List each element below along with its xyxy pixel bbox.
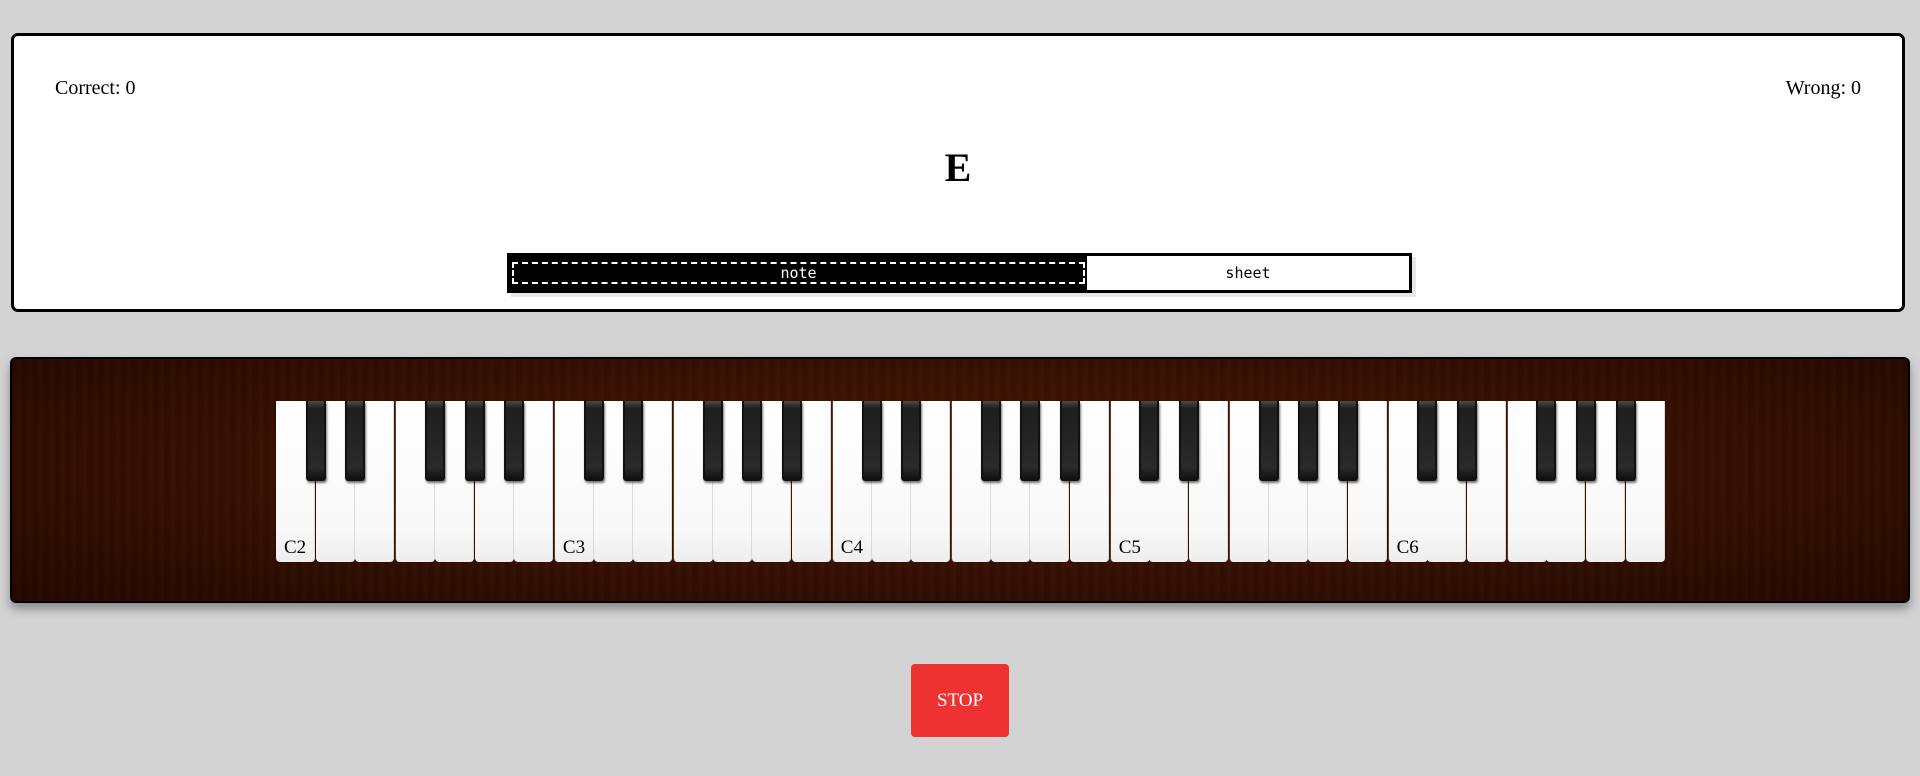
- black-key-a-sharp3[interactable]: [782, 401, 803, 481]
- black-key-a-sharp6[interactable]: [1615, 401, 1636, 481]
- piano-case: C2 C3 C4 C5 C6: [10, 357, 1910, 603]
- mode-sheet-button[interactable]: sheet: [1087, 256, 1409, 290]
- mode-note-label: note: [512, 262, 1085, 284]
- black-key-d-sharp6[interactable]: [1457, 401, 1477, 481]
- black-key-a-sharp2[interactable]: [504, 401, 525, 481]
- black-key-g-sharp5[interactable]: [1298, 401, 1319, 481]
- octave-label: C4: [840, 537, 863, 558]
- black-key-c-sharp4[interactable]: [861, 401, 882, 481]
- black-key-d-sharp2[interactable]: [345, 401, 366, 481]
- stop-button[interactable]: STOP: [911, 664, 1009, 737]
- black-key-a-sharp4[interactable]: [1060, 401, 1080, 481]
- black-key-d-sharp3[interactable]: [623, 401, 644, 481]
- wrong-count: Wrong: 0: [1785, 77, 1861, 99]
- black-key-f-sharp6[interactable]: [1536, 401, 1557, 481]
- current-note-prompt: E: [944, 145, 972, 190]
- black-key-c-sharp3[interactable]: [583, 401, 604, 481]
- quiz-panel: Correct: 0 Wrong: 0 E note sheet: [11, 33, 1905, 312]
- black-key-c-sharp5[interactable]: [1139, 401, 1160, 481]
- black-key-g-sharp6[interactable]: [1576, 401, 1597, 481]
- black-key-g-sharp4[interactable]: [1020, 401, 1041, 481]
- mode-toggle: note sheet: [507, 253, 1412, 293]
- black-key-c-sharp6[interactable]: [1417, 401, 1438, 481]
- octave-label: C2: [284, 537, 307, 558]
- black-key-a-sharp5[interactable]: [1337, 401, 1358, 481]
- black-key-c-sharp2[interactable]: [305, 401, 326, 481]
- black-key-g-sharp3[interactable]: [742, 401, 763, 481]
- black-key-d-sharp4[interactable]: [901, 401, 922, 481]
- octave-label: C5: [1118, 537, 1141, 558]
- black-key-d-sharp5[interactable]: [1179, 401, 1200, 481]
- octave-label: C6: [1396, 537, 1419, 558]
- correct-count: Correct: 0: [55, 77, 136, 99]
- black-key-f-sharp2[interactable]: [424, 401, 445, 481]
- mode-note-button[interactable]: note: [510, 256, 1087, 290]
- piano-keyboard: C2 C3 C4 C5 C6: [276, 401, 1667, 562]
- black-key-f-sharp5[interactable]: [1258, 401, 1279, 481]
- black-key-f-sharp4[interactable]: [980, 401, 1001, 481]
- black-key-f-sharp3[interactable]: [702, 401, 723, 481]
- octave-label: C3: [562, 537, 586, 558]
- black-key-g-sharp2[interactable]: [464, 401, 485, 481]
